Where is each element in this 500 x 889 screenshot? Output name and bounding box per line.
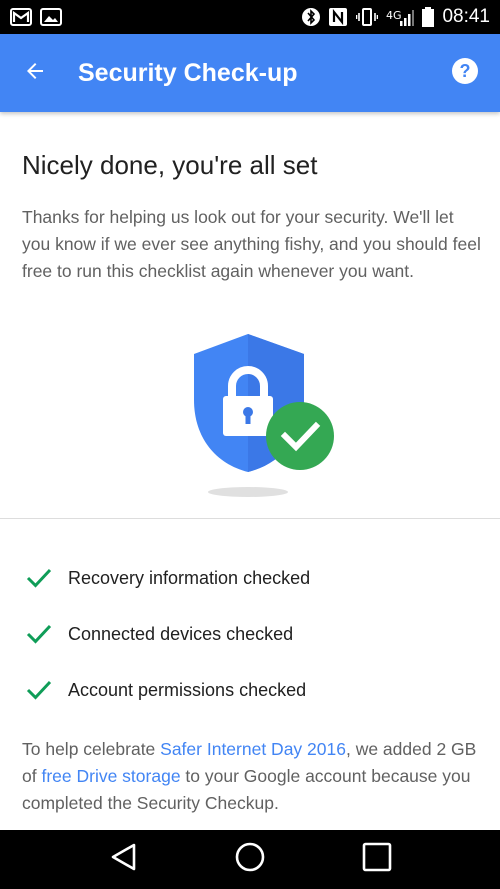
free-drive-storage-link[interactable]: free Drive storage (41, 766, 180, 786)
help-button[interactable]: ? (430, 34, 500, 112)
shield-lock-check-icon (190, 330, 340, 500)
check-icon (26, 677, 52, 703)
svg-text:4G: 4G (386, 9, 402, 22)
status-bar-right: 4G 08:41 (302, 6, 490, 28)
nfc-icon (328, 7, 348, 27)
checklist-label: Account permissions checked (68, 679, 307, 700)
status-bar: 4G 08:41 (0, 0, 500, 34)
bluetooth-icon (302, 7, 321, 27)
checklist-label: Connected devices checked (68, 623, 294, 644)
list-item: Recovery information checked (0, 550, 500, 606)
list-item: Connected devices checked (0, 606, 500, 662)
status-time: 08:41 (442, 6, 490, 27)
checklist-label: Recovery information checked (68, 567, 311, 588)
arrow-back-icon (23, 59, 47, 88)
battery-icon (422, 7, 435, 27)
checklist: Recovery information checked Connected d… (0, 550, 500, 718)
recents-square-icon (362, 842, 392, 877)
vibrate-icon (356, 7, 379, 27)
back-button[interactable] (0, 34, 70, 112)
check-icon (26, 621, 52, 647)
nav-home-button[interactable] (220, 830, 280, 889)
nav-back-button[interactable] (93, 830, 153, 889)
promo-text: To help celebrate Safer Internet Day 201… (22, 736, 482, 817)
svg-text:?: ? (460, 61, 471, 81)
help-icon: ? (451, 57, 479, 90)
navigation-bar (0, 830, 500, 889)
check-icon (26, 565, 52, 591)
signal-icon: 4G (386, 7, 415, 27)
intro-text: Thanks for helping us look out for your … (22, 207, 481, 281)
promo-text-part: To help celebrate (22, 739, 161, 759)
image-notification-icon (40, 8, 62, 26)
nav-recents-button[interactable] (347, 830, 407, 889)
list-item: Account permissions checked (0, 662, 500, 718)
gmail-notification-icon (10, 8, 32, 26)
back-triangle-icon (109, 842, 137, 877)
status-bar-left (10, 8, 62, 26)
page-title: Security Check-up (78, 58, 298, 87)
safer-internet-day-link[interactable]: Safer Internet Day 2016 (160, 739, 346, 759)
app-bar: Security Check-up ? (0, 34, 500, 112)
success-heading: Nicely done, you're all set (22, 150, 318, 180)
main-content: Nicely done, you're all set Thanks for h… (0, 112, 500, 830)
section-divider (0, 518, 500, 519)
home-circle-icon (234, 841, 266, 878)
